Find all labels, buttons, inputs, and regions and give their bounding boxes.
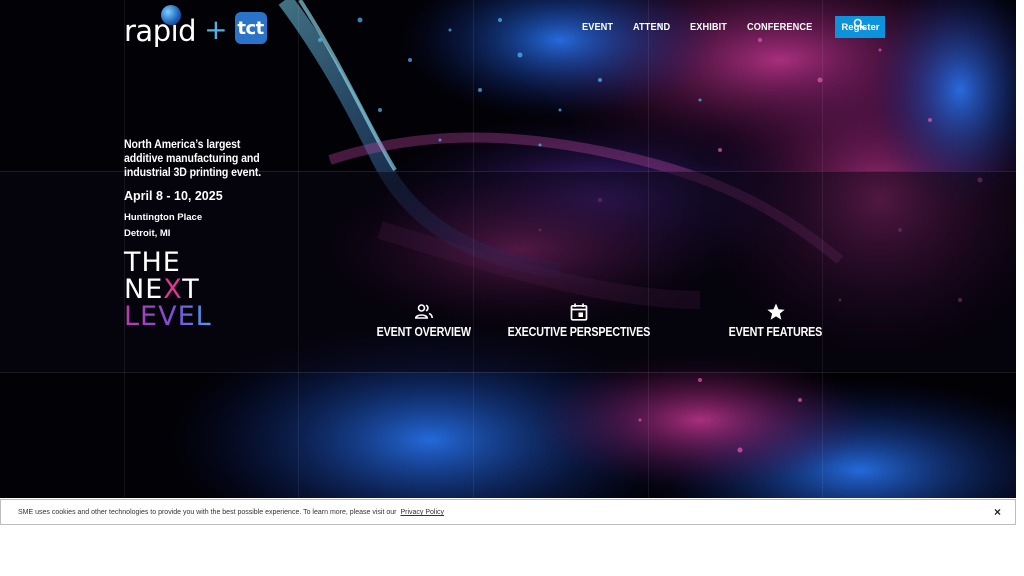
grid-line (648, 0, 649, 498)
globe-icon (161, 5, 181, 25)
event-city: Detroit, MI (124, 228, 171, 239)
logo-plus: + (204, 12, 228, 46)
grid-line (822, 0, 823, 498)
tile-label: EVENT OVERVIEW (376, 325, 472, 339)
next-level-line-3: LEVEL (124, 301, 212, 332)
hero-tagline: North America’s largest additive manufac… (124, 137, 262, 179)
grid-line (298, 0, 299, 498)
logo-badge: tct (234, 12, 267, 44)
tile-event-overview[interactable]: EVENT OVERVIEW (377, 302, 471, 339)
main-nav: EVENT ATTEND EXHIBIT CONFERENCE Register (582, 16, 886, 38)
nav-item-attend[interactable]: ATTEND (633, 22, 670, 33)
star-icon (766, 303, 785, 320)
search-icon[interactable] (853, 18, 865, 30)
next-level-logo: THE NEXT LEVEL (124, 249, 212, 330)
people-icon (414, 304, 433, 319)
close-icon[interactable]: × (994, 505, 1001, 519)
site-logo[interactable]: rapid + tct (124, 5, 267, 48)
nav-item-conference[interactable]: CONFERENCE (747, 22, 812, 33)
calendar-icon (570, 303, 587, 321)
tile-label: EVENT FEATURES (728, 325, 823, 339)
tile-executive-perspectives[interactable]: EXECUTIVE PERSPECTIVES (507, 302, 650, 339)
nav-item-exhibit[interactable]: EXHIBIT (690, 22, 727, 33)
grid-line (0, 372, 1016, 373)
scrollbar[interactable] (1016, 0, 1024, 576)
event-dates: April 8 - 10, 2025 (124, 189, 223, 203)
privacy-policy-link[interactable]: Privacy Policy (400, 509, 444, 516)
cookie-banner: SME uses cookies and other technologies … (0, 499, 1016, 525)
tile-event-features[interactable]: EVENT FEATURES (729, 302, 822, 339)
logo-wordmark: rapid (124, 14, 197, 48)
tile-label: EXECUTIVE PERSPECTIVES (507, 325, 650, 339)
cookie-message: SME uses cookies and other technologies … (18, 509, 444, 516)
next-level-line-1: THE (124, 247, 181, 278)
nav-item-event[interactable]: EVENT (582, 22, 613, 33)
cookie-text: SME uses cookies and other technologies … (18, 509, 397, 516)
hero-section: rapid + tct EVENT ATTEND EXHIBIT CONFERE… (0, 0, 1016, 498)
grid-line (473, 0, 474, 498)
event-venue: Huntington Place (124, 212, 203, 223)
next-level-line-2: NEXT (124, 276, 212, 303)
